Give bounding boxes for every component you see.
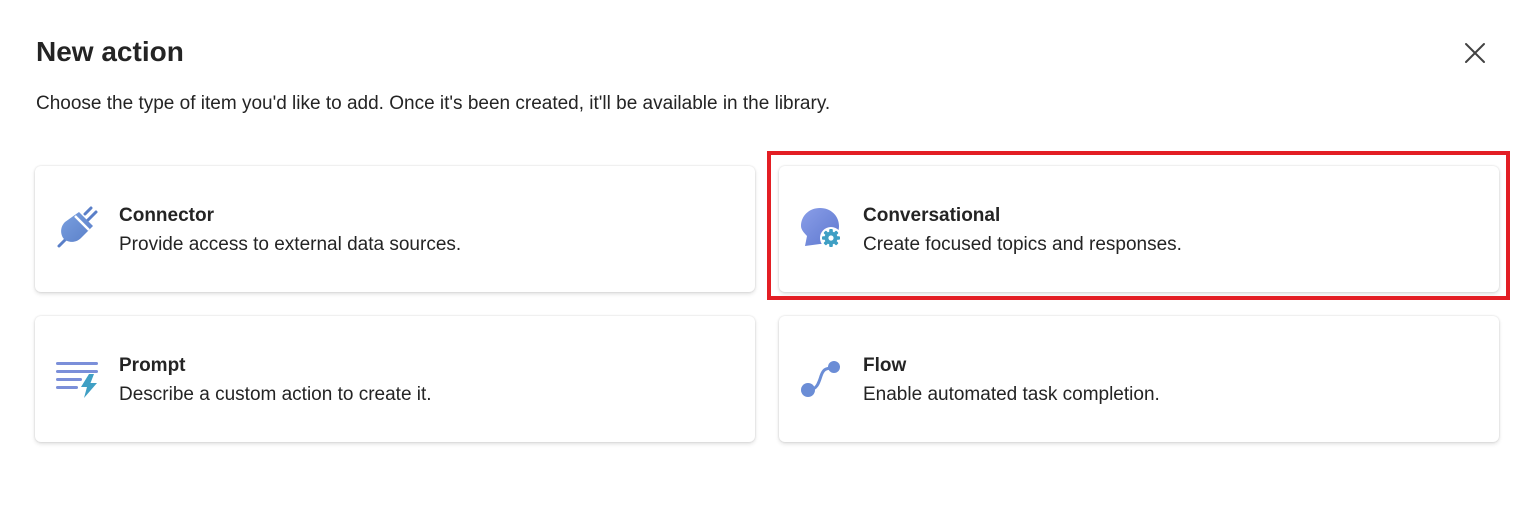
option-description: Enable automated task completion. bbox=[863, 384, 1160, 405]
dialog-title: New action bbox=[36, 36, 184, 67]
option-description: Describe a custom action to create it. bbox=[119, 384, 432, 405]
option-description: Provide access to external data sources. bbox=[119, 234, 462, 255]
chat-gear-icon bbox=[801, 208, 842, 249]
text-lightning-icon bbox=[56, 362, 98, 398]
option-description: Create focused topics and responses. bbox=[863, 234, 1182, 255]
option-title: Flow bbox=[863, 355, 907, 376]
flow-icon bbox=[801, 361, 840, 397]
option-title: Conversational bbox=[863, 205, 1001, 226]
option-card-connector[interactable]: Connector Provide access to external dat… bbox=[35, 166, 755, 292]
option-card-conversational[interactable]: Conversational Create focused topics and… bbox=[779, 166, 1499, 292]
option-title: Prompt bbox=[119, 355, 186, 376]
option-card-prompt[interactable]: Prompt Describe a custom action to creat… bbox=[35, 316, 755, 442]
option-title: Connector bbox=[119, 205, 214, 226]
plug-icon bbox=[57, 206, 98, 248]
option-card-flow[interactable]: Flow Enable automated task completion. bbox=[779, 316, 1499, 442]
dialog-subtitle: Choose the type of item you'd like to ad… bbox=[36, 93, 831, 114]
close-icon bbox=[1465, 43, 1485, 63]
close-button[interactable] bbox=[1459, 37, 1491, 69]
